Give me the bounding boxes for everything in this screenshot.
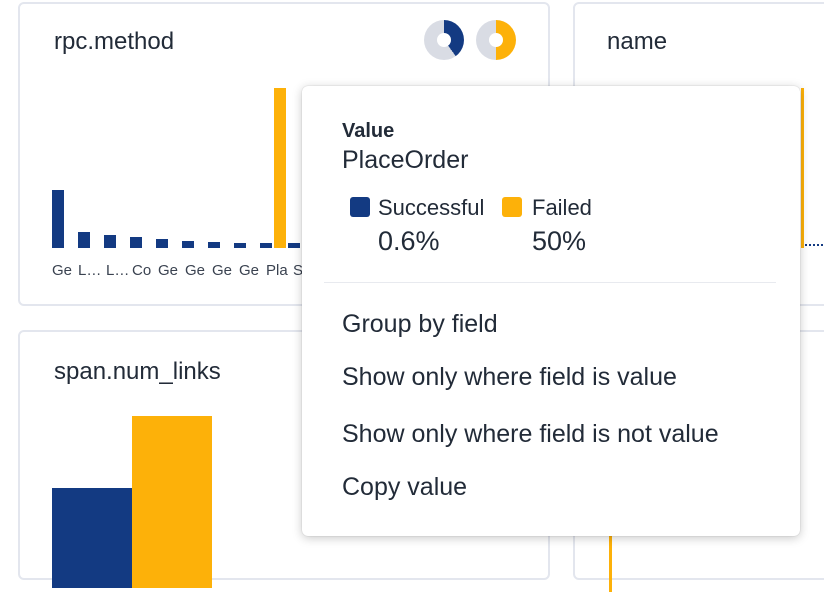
histogram-bar-placeorder[interactable] — [274, 88, 286, 248]
failed-legend-label: Failed — [532, 195, 592, 220]
show-only-value-menu-item[interactable]: Show only where field is value — [342, 363, 677, 392]
value-heading: Value — [342, 120, 395, 142]
histogram-bar[interactable] — [78, 232, 90, 248]
tick-label: Co — [132, 262, 152, 279]
name-title: name — [607, 28, 668, 55]
histogram-bar[interactable] — [130, 237, 142, 248]
value-text: PlaceOrder — [342, 146, 469, 174]
histogram-bar[interactable] — [182, 241, 194, 248]
histogram-bar[interactable] — [104, 235, 116, 248]
tick-label: L… — [78, 262, 102, 279]
histogram-bar[interactable] — [288, 243, 300, 248]
num-links-bar-failed[interactable] — [132, 416, 212, 588]
tick-label: Ge — [212, 262, 233, 279]
copy-value-menu-item[interactable]: Copy value — [342, 473, 467, 502]
histogram-bar[interactable] — [156, 239, 168, 248]
tick-label: Ge — [239, 262, 260, 279]
name-histogram-baseline — [805, 244, 824, 246]
histogram-bar[interactable] — [260, 243, 272, 248]
tick-label: Ge — [185, 262, 206, 279]
tick-label: Ge — [158, 262, 179, 279]
tick-label: Pla — [266, 262, 288, 279]
span-num-links-title: span.num_links — [54, 358, 221, 385]
show-only-not-value-menu-item[interactable]: Show only where field is not value — [342, 420, 719, 449]
group-by-field-menu-item[interactable]: Group by field — [342, 310, 498, 339]
right-lower-bar[interactable] — [609, 532, 612, 592]
tick-label: Ge — [52, 262, 73, 279]
successful-percent: 0.6% — [378, 226, 440, 256]
successful-legend-label: Successful — [378, 195, 485, 220]
menu-divider — [324, 282, 776, 283]
failed-legend-swatch — [502, 197, 522, 217]
value-context-menu: Value PlaceOrder Successful 0.6% Failed … — [302, 86, 800, 536]
histogram-bar[interactable] — [234, 243, 246, 248]
histogram-bar[interactable] — [208, 242, 220, 248]
num-links-bar-successful[interactable] — [52, 488, 132, 588]
name-histogram-bar[interactable] — [801, 88, 804, 248]
failed-percent: 50% — [532, 226, 587, 256]
successful-legend-swatch — [350, 197, 370, 217]
histogram-bar[interactable] — [52, 190, 64, 248]
tick-label: L… — [106, 262, 130, 279]
